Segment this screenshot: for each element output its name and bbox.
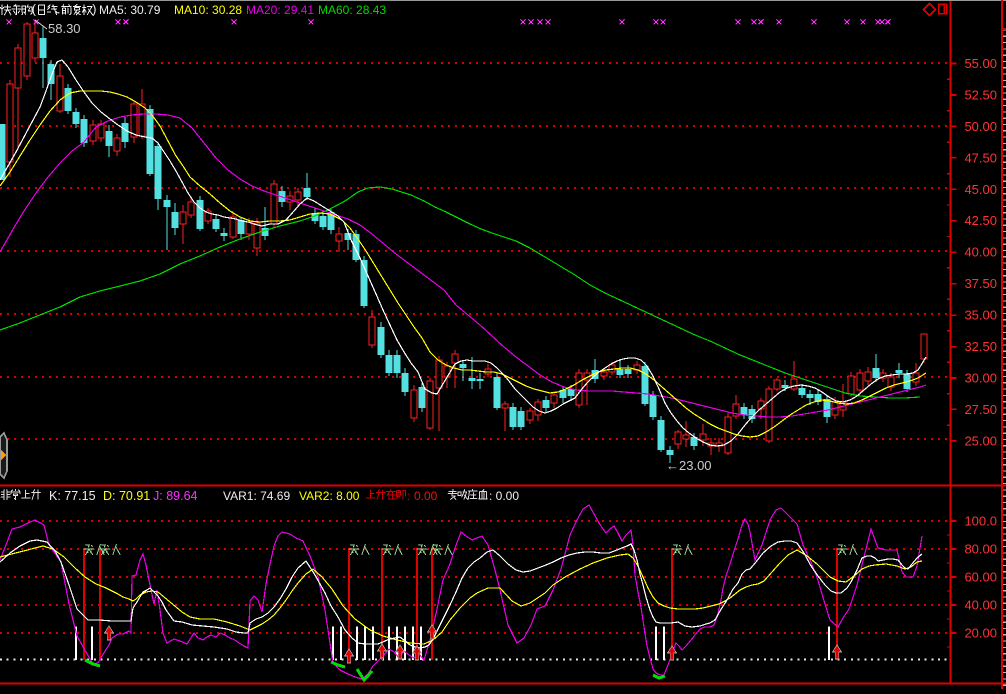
svg-text:20.00: 20.00: [964, 626, 997, 641]
svg-text:47.50: 47.50: [964, 150, 997, 165]
svg-text:: 0.00: : 0.00: [489, 489, 519, 503]
svg-text:30.00: 30.00: [964, 371, 997, 386]
svg-text:40.00: 40.00: [964, 598, 997, 613]
svg-text:55.00: 55.00: [964, 56, 997, 71]
svg-text:VAR2: 8.00: VAR2: 8.00: [299, 489, 360, 503]
svg-text:MA5: 30.79: MA5: 30.79: [99, 3, 161, 17]
svg-text:←23.00: ←23.00: [666, 458, 712, 473]
svg-text:D: 70.91: D: 70.91: [103, 489, 150, 503]
svg-text:35.00: 35.00: [964, 308, 997, 323]
svg-text:): ): [92, 2, 96, 16]
svg-text:25.00: 25.00: [964, 433, 997, 448]
svg-text:52.50: 52.50: [964, 88, 997, 103]
svg-text:.: .: [57, 2, 60, 16]
svg-text:MA20: 29.41: MA20: 29.41: [246, 3, 314, 17]
svg-text:50.00: 50.00: [964, 119, 997, 134]
svg-text:27.50: 27.50: [964, 402, 997, 417]
svg-text:45.00: 45.00: [964, 182, 997, 197]
svg-text:60.00: 60.00: [964, 570, 997, 585]
svg-text:MA60: 28.43: MA60: 28.43: [318, 3, 386, 17]
svg-text:K: 77.15: K: 77.15: [49, 489, 96, 503]
svg-text:58.30: 58.30: [48, 21, 81, 36]
svg-text:37.50: 37.50: [964, 276, 997, 291]
svg-text:VAR1: 74.69: VAR1: 74.69: [223, 489, 290, 503]
svg-text:0.00: 0.00: [414, 489, 438, 503]
svg-text:100.0: 100.0: [964, 514, 997, 529]
svg-text:80.00: 80.00: [964, 542, 997, 557]
svg-text:40.00: 40.00: [964, 245, 997, 260]
svg-text:J: 89.64: J: 89.64: [153, 489, 198, 503]
svg-text:32.50: 32.50: [964, 339, 997, 354]
svg-text:42.50: 42.50: [964, 213, 997, 228]
svg-text::: :: [407, 489, 410, 503]
svg-text:MA10: 30.28: MA10: 30.28: [174, 3, 242, 17]
